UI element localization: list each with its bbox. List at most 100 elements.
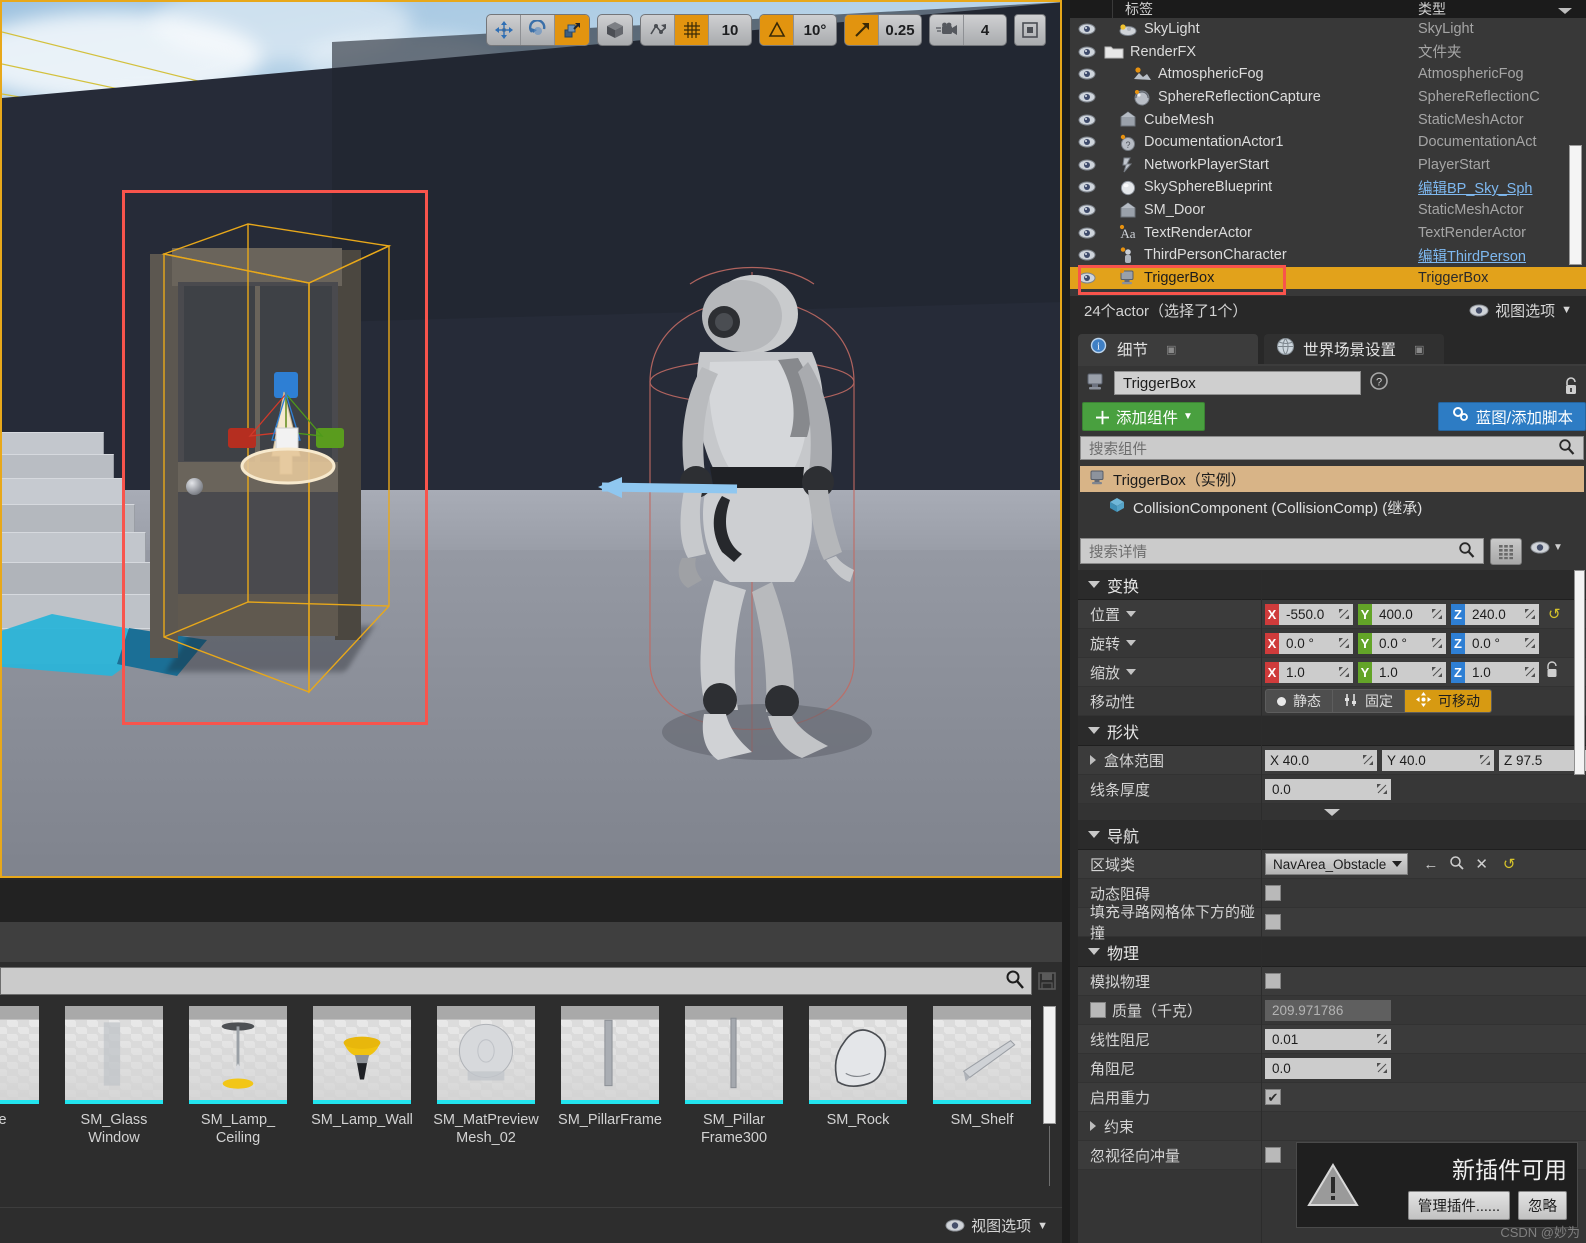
axis-x-field[interactable]: X 0.0 ° (1265, 632, 1353, 654)
axis-x-field[interactable]: X 1.0 (1265, 661, 1353, 683)
visibility-toggle-icon[interactable] (1070, 68, 1104, 80)
details-search-input[interactable]: 搜索详情 (1080, 538, 1484, 564)
close-icon[interactable]: ▣ (1166, 343, 1176, 356)
number-field[interactable]: 0.01 (1265, 1028, 1391, 1050)
outliner-row-list[interactable]: SkyLight SkyLight RenderFX 文件夹 AtmosphericFo… (1070, 18, 1586, 290)
chevron-down-icon[interactable] (1126, 611, 1137, 617)
content-browser-asset[interactable]: SM_Pillar Frame300 (672, 1002, 796, 1147)
camera-speed-group[interactable]: 4 (929, 14, 1007, 46)
visibility-toggle-icon[interactable] (1070, 227, 1104, 239)
camera-speed-value[interactable]: 4 (964, 15, 1006, 45)
maximize-viewport-button[interactable] (1014, 14, 1046, 46)
property-category-1[interactable]: 形状 (1078, 716, 1586, 746)
content-browser-asset[interactable]: SM_Lamp_Wall (300, 1002, 424, 1129)
content-browser-scrollbar[interactable] (1043, 1006, 1056, 1186)
camera-speed-icon[interactable] (930, 15, 964, 45)
save-icon[interactable] (1036, 970, 1058, 992)
content-browser-asset[interactable]: SM_Shelf (920, 1002, 1044, 1129)
world-outliner[interactable]: 标签 类型 SkyLight SkyLight RenderFX 文件夹 Atmosph… (1070, 0, 1586, 296)
outliner-row-atmosphericfog[interactable]: AtmosphericFog AtmosphericFog (1070, 63, 1586, 86)
chevron-down-icon[interactable] (1126, 640, 1137, 646)
property-category-2[interactable]: 导航 (1078, 820, 1586, 850)
outliner-row-type[interactable]: 编辑ThirdPerson (1418, 245, 1526, 266)
number-field[interactable]: 1.0 (1372, 661, 1446, 683)
outliner-row-sm_door[interactable]: SM_Door StaticMeshActor (1070, 199, 1586, 222)
outliner-row-skylight[interactable]: SkyLight SkyLight (1070, 18, 1586, 41)
details-display-options-button[interactable]: ▼ (1530, 541, 1563, 554)
property-checkbox[interactable] (1265, 1147, 1281, 1163)
collapse-triangle-icon[interactable] (1088, 948, 1100, 955)
outliner-row-skysphereblueprint[interactable]: SkySphereBlueprint 编辑BP_Sky_Sph (1070, 176, 1586, 199)
reset-icon[interactable]: ↺ (1503, 855, 1516, 873)
visibility-toggle-icon[interactable] (1070, 181, 1104, 193)
content-browser-asset[interactable]: SM_MatPreview Mesh_02 (424, 1002, 548, 1147)
property-checkbox[interactable] (1265, 885, 1281, 901)
mobility-0[interactable]: 静态 (1266, 690, 1333, 712)
property-scrollbar[interactable] (1574, 570, 1585, 775)
viewport-toolbar[interactable]: 10 10° 0.25 4 (486, 12, 1046, 48)
number-field[interactable]: 400.0 (1372, 603, 1446, 625)
browse-icon[interactable] (1449, 855, 1464, 874)
number-field[interactable]: 0.0 (1265, 1057, 1391, 1079)
outliner-row-documentationactor1[interactable]: ? DocumentationActor1 DocumentationAct (1070, 131, 1586, 154)
tab-world-settings[interactable]: 世界场景设置 ▣ (1264, 334, 1444, 364)
asset-thumbnail[interactable] (0, 1006, 39, 1104)
scale-snap-value[interactable]: 0.25 (879, 15, 921, 45)
asset-thumbnail[interactable] (561, 1006, 659, 1104)
grid-snap-value[interactable]: 10 (709, 15, 751, 45)
collapse-triangle-icon[interactable] (1088, 831, 1100, 838)
number-field[interactable]: -550.0 (1279, 603, 1353, 625)
number-field[interactable]: 1.0 (1465, 661, 1539, 683)
level-viewport[interactable]: 10 10° 0.25 4 (0, 0, 1062, 878)
grid-snap-button[interactable] (675, 15, 709, 45)
asset-thumbnail[interactable] (809, 1006, 907, 1104)
content-browser-asset[interactable]: SM_Lamp_ Ceiling (176, 1002, 300, 1147)
world-space-button[interactable] (598, 15, 632, 45)
details-tab-bar[interactable]: i 细节 ▣ 世界场景设置 ▣ (1078, 334, 1586, 364)
content-browser[interactable]: rame SM_Glass Window SM_Lamp_ Ceiling SM_La… (0, 962, 1062, 1243)
content-browser-asset[interactable]: SM_Rock (796, 1002, 920, 1129)
number-field[interactable]: 0.0 ° (1279, 632, 1353, 654)
clear-icon[interactable]: ✕ (1475, 855, 1488, 873)
asset-thumbnail[interactable] (313, 1006, 411, 1104)
snap-group[interactable]: 10 (640, 14, 752, 46)
angle-snap-button[interactable] (760, 15, 794, 45)
visibility-toggle-icon[interactable] (1070, 136, 1104, 148)
mobility-2[interactable]: 可移动 (1405, 690, 1491, 712)
angle-snap-value[interactable]: 10° (794, 15, 836, 45)
visibility-toggle-icon[interactable] (1070, 23, 1104, 35)
outliner-row-spherereflectioncapture[interactable]: SphereReflectionCapture SphereReflectionC (1070, 86, 1586, 109)
content-browser-view-options-button[interactable]: 视图选项 ▼ (945, 1215, 1048, 1236)
asset-thumbnail[interactable] (65, 1006, 163, 1104)
axis-z-field[interactable]: Z 97.5 (1499, 749, 1586, 771)
axis-y-field[interactable]: Y 400.0 (1358, 603, 1446, 625)
outliner-row-triggerbox[interactable]: TriggerBox TriggerBox (1070, 266, 1586, 290)
axis-z-field[interactable]: Z 0.0 ° (1451, 632, 1539, 654)
visibility-toggle-icon[interactable] (1070, 91, 1104, 103)
content-browser-search-input[interactable] (0, 967, 1032, 995)
details-grid-view-button[interactable] (1490, 538, 1522, 565)
asset-thumbnail[interactable] (189, 1006, 287, 1104)
visibility-toggle-icon[interactable] (1070, 159, 1104, 171)
axis-y-field[interactable]: Y 40.0 (1382, 749, 1494, 771)
component-search-input[interactable]: 搜索组件 (1080, 436, 1584, 460)
asset-thumbnail[interactable] (437, 1006, 535, 1104)
area-class-dropdown[interactable]: NavArea_Obstacle (1265, 853, 1409, 875)
axis-z-field[interactable]: Z 1.0 (1451, 661, 1539, 683)
visibility-toggle-icon[interactable] (1070, 204, 1104, 216)
collapse-triangle-icon[interactable] (1088, 581, 1100, 588)
surface-snap-button[interactable] (641, 15, 675, 45)
lock-ratio-icon[interactable] (1544, 660, 1560, 684)
back-arrow-icon[interactable]: ← (1423, 856, 1438, 873)
scale-snap-button[interactable] (845, 15, 879, 45)
mobility-selector[interactable]: 静态 固定 可移动 (1265, 689, 1492, 713)
scale-mode-button[interactable] (555, 15, 589, 45)
outliner-row-cubemesh[interactable]: CubeMesh StaticMeshActor (1070, 108, 1586, 131)
details-panel[interactable]: TriggerBox ? ＋ 添加组件 ▼ 蓝图/添加脚本 搜索组件 Trigg… (1078, 366, 1586, 1243)
number-field[interactable]: 240.0 (1465, 603, 1539, 625)
coordinate-space-group[interactable] (597, 14, 633, 46)
angle-snap-group[interactable]: 10° (759, 14, 837, 46)
visibility-toggle-icon[interactable] (1070, 249, 1104, 261)
asset-thumbnail[interactable] (933, 1006, 1031, 1104)
content-browser-asset[interactable]: SM_PillarFrame (548, 1002, 672, 1129)
